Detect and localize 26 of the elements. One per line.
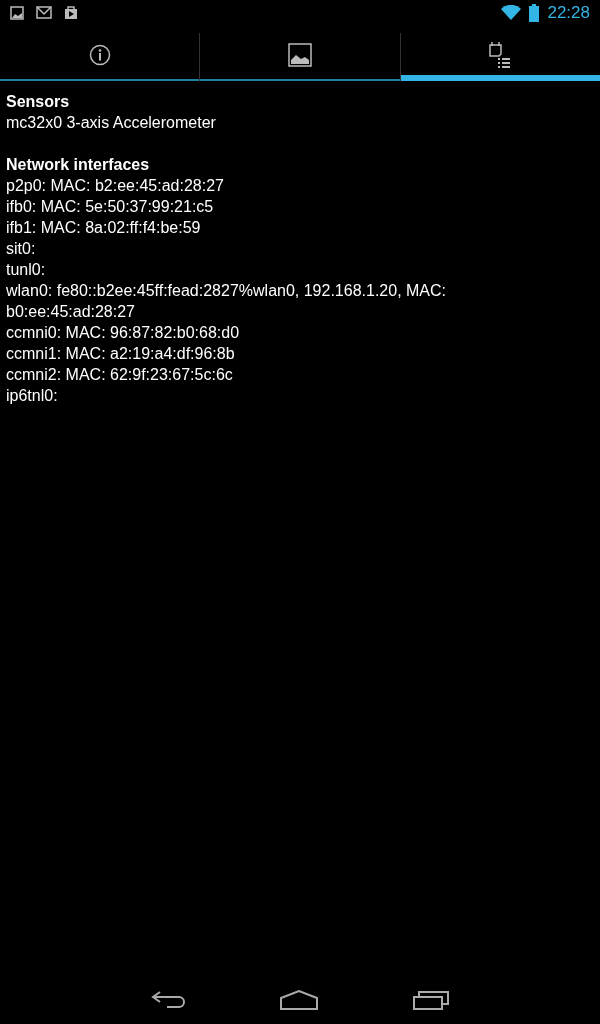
shopping-bag-icon — [64, 5, 78, 20]
info-line: ccmni2: MAC: 62:9f:23:67:5c:6c — [6, 365, 234, 385]
tab[interactable] — [399, 33, 600, 81]
info-line: tunl0: — [6, 260, 47, 280]
image-icon — [10, 5, 24, 20]
clock-time: 22:28 — [547, 2, 590, 23]
info-icon — [88, 44, 111, 66]
mail-icon — [36, 6, 52, 19]
recent-apps-icon[interactable] — [413, 989, 449, 1010]
section-heading: Sensors — [6, 92, 71, 112]
info-line: p2p0: MAC: b2:ee:45:ad:28:27 — [6, 176, 225, 196]
back-icon[interactable] — [151, 989, 185, 1010]
info-line: ccmni1: MAC: a2:19:a4:df:96:8b — [6, 344, 236, 364]
section-heading: Network interfaces — [6, 155, 151, 175]
info-line: ip6tnl0: — [6, 386, 59, 406]
home-icon[interactable] — [280, 989, 318, 1010]
info-line: mc32x0 3-axis Accelerometer — [6, 113, 217, 133]
wifi-icon — [501, 4, 522, 21]
calendar-list-icon — [489, 41, 512, 69]
info-line: ifb0: MAC: 5e:50:37:99:21:c5 — [6, 197, 215, 217]
tab[interactable] — [199, 33, 400, 81]
info-line: ccmni0: MAC: 96:87:82:b0:68:d0 — [6, 323, 241, 343]
info-line: sit0: — [6, 239, 37, 259]
info-line: ifb1: MAC: 8a:02:ff:f4:be:59 — [6, 218, 202, 238]
image-icon — [288, 43, 312, 67]
battery-icon — [529, 3, 540, 22]
